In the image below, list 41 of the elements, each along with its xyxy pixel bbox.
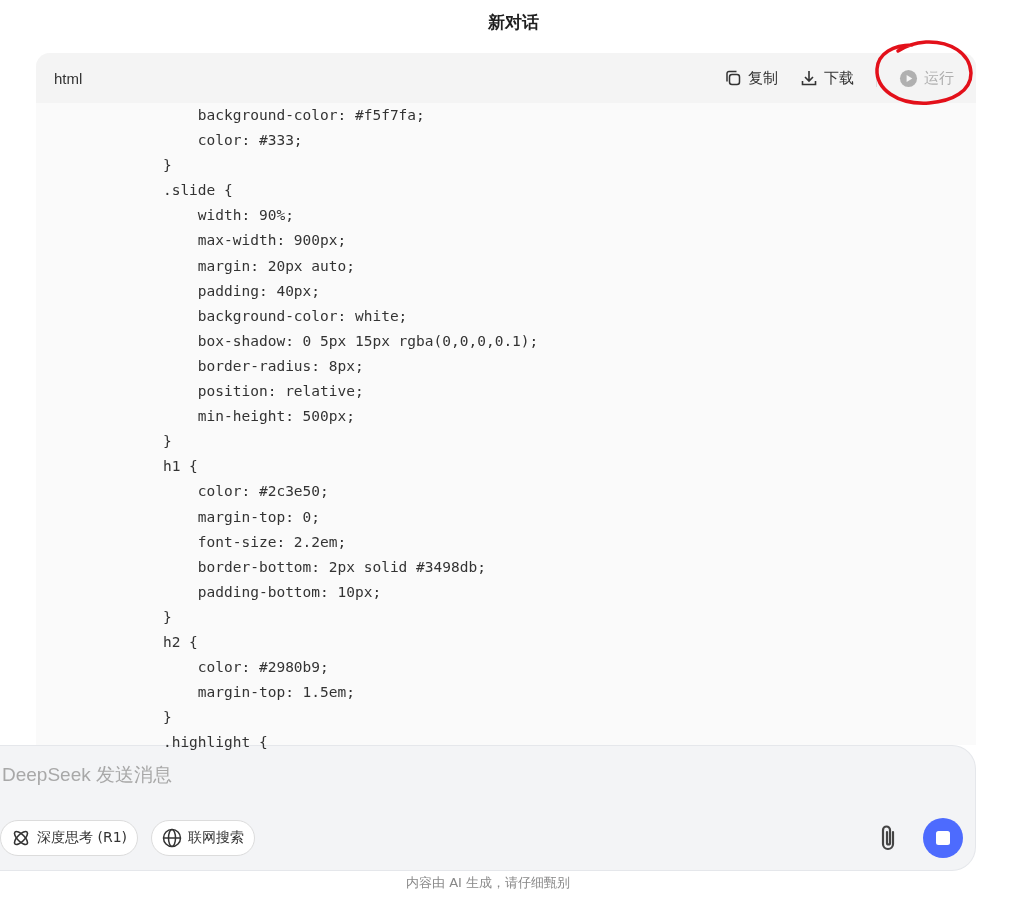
- download-button[interactable]: 下载: [800, 68, 854, 88]
- download-icon: [800, 69, 818, 87]
- atom-icon: [11, 828, 31, 848]
- code-line: border-bottom: 2px solid #3498db;: [196, 557, 487, 577]
- code-line: color: #2c3e50;: [196, 482, 330, 502]
- disclaimer-text: 内容由 AI 生成，请仔细甄别: [405, 874, 571, 892]
- code-line: box-shadow: 0 5px 15px rgba(0,0,0,0.1);: [196, 331, 540, 351]
- code-line: border-radius: 8px;: [196, 356, 365, 376]
- code-line: margin-top: 1.5em;: [196, 683, 356, 703]
- code-line: color: #333;: [196, 131, 304, 151]
- copy-button[interactable]: 复制: [724, 68, 778, 88]
- code-line: width: 90%;: [196, 206, 295, 226]
- chat-title: 新对话: [487, 11, 540, 34]
- code-line: position: relative;: [196, 382, 365, 402]
- play-icon: [899, 68, 918, 88]
- code-line: .highlight {: [161, 733, 269, 753]
- code-line: background-color: white;: [196, 306, 409, 326]
- stop-icon: [936, 831, 950, 845]
- language-label: html: [54, 69, 83, 87]
- globe-icon: [162, 828, 182, 848]
- code-line: }: [161, 708, 173, 728]
- copy-icon: [724, 69, 742, 87]
- web-search-button[interactable]: 联网搜索: [151, 820, 255, 856]
- code-line: min-height: 500px;: [196, 407, 356, 427]
- code-line: padding-bottom: 10px;: [196, 582, 383, 602]
- stop-button[interactable]: [923, 818, 963, 858]
- code-line: padding: 40px;: [196, 281, 322, 301]
- code-line: font-size: 2.2em;: [196, 532, 348, 552]
- code-line: }: [161, 156, 173, 176]
- code-line: margin-top: 0;: [196, 507, 322, 527]
- code-line: max-width: 900px;: [196, 231, 348, 251]
- message-input[interactable]: DeepSeek 发送消息: [0, 756, 963, 786]
- code-line: background-color: #f5f7fa;: [196, 106, 426, 125]
- code-line: .slide {: [161, 181, 234, 201]
- code-line: }: [161, 432, 173, 452]
- code-line: h1 {: [161, 457, 199, 477]
- code-line: color: #2980b9;: [196, 658, 330, 678]
- deep-think-button[interactable]: 深度思考 (R1): [0, 820, 138, 856]
- code-line: margin: 20px auto;: [196, 256, 356, 276]
- code-line: }: [161, 607, 173, 627]
- code-line: h2 {: [161, 632, 199, 652]
